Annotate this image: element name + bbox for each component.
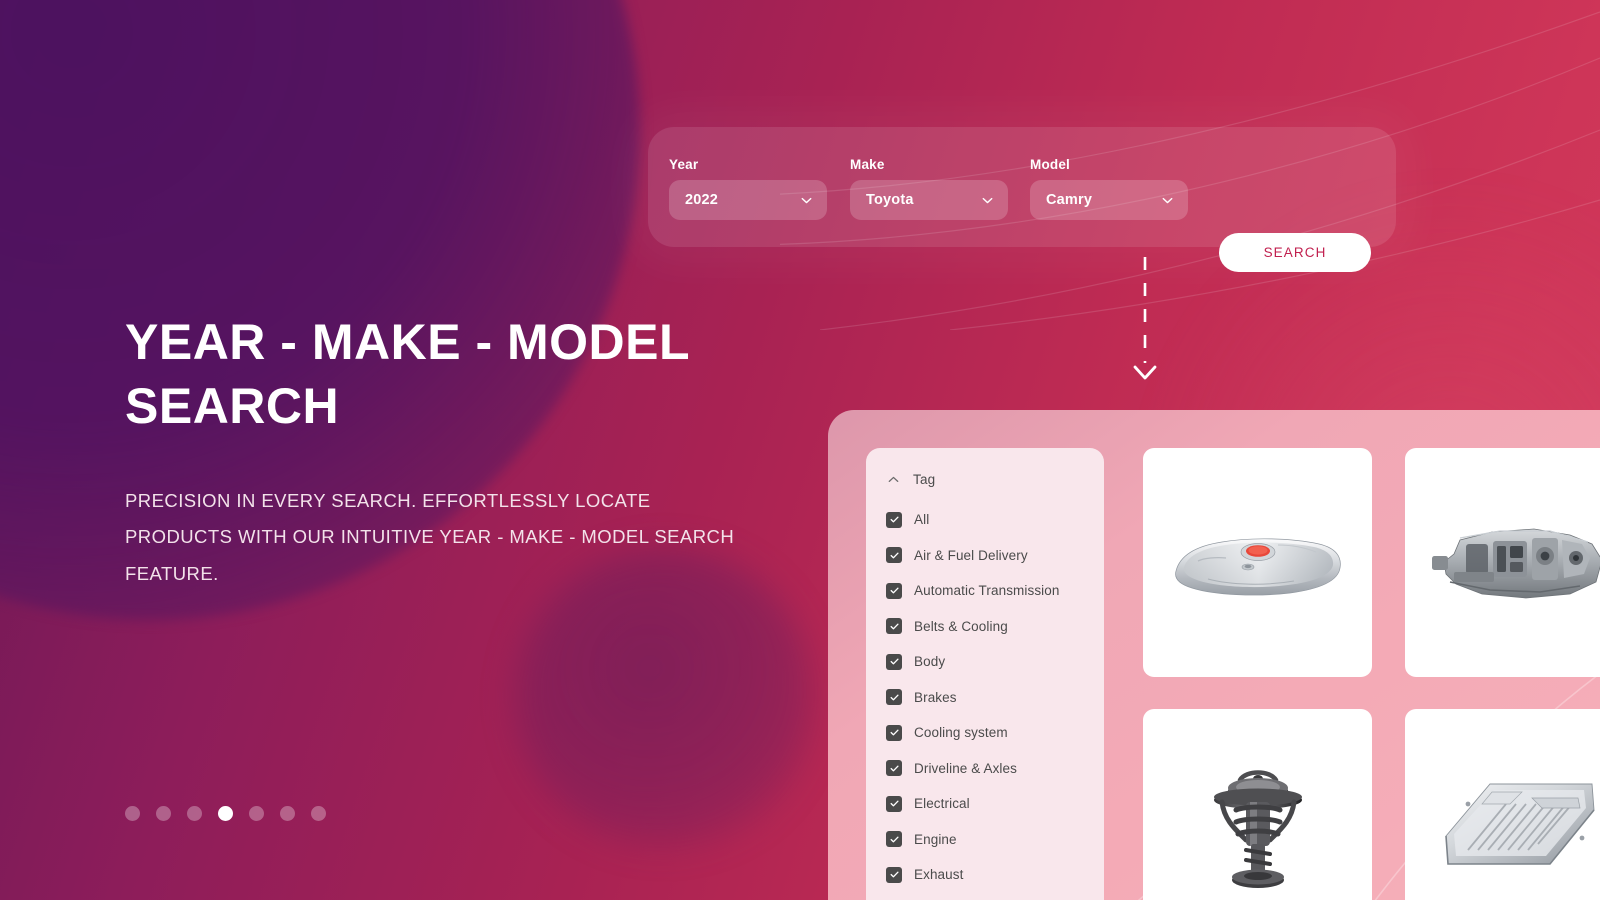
year-make-model-search-panel: Year 2022 Make Toyota Model Camry SEARCH (648, 127, 1396, 272)
tag-filter-item-label: Brakes (914, 689, 957, 705)
tag-filter-item-label: Body (914, 654, 946, 670)
search-button[interactable]: SEARCH (1219, 233, 1371, 272)
carousel-dot[interactable] (249, 806, 264, 821)
oil-pan-part-image (1445, 783, 1595, 865)
thermostat-part-image (1213, 769, 1302, 888)
hero-slide: Year 2022 Make Toyota Model Camry SEARCH… (0, 0, 1600, 900)
year-field-label: Year (669, 157, 699, 172)
tag-filter-item[interactable]: Body (866, 644, 1104, 680)
make-field-label: Make (850, 157, 885, 172)
chevron-down-icon (980, 193, 995, 208)
checkbox-checked-icon[interactable] (886, 689, 902, 706)
carousel-pagination (125, 806, 326, 821)
checkbox-checked-icon[interactable] (886, 760, 902, 777)
carousel-dot[interactable] (280, 806, 295, 821)
product-card[interactable] (1405, 709, 1600, 900)
product-card[interactable] (1143, 448, 1372, 677)
product-card-grid (1143, 448, 1600, 900)
checkbox-checked-icon[interactable] (886, 724, 902, 741)
chevron-down-icon (1160, 193, 1175, 208)
chevron-up-icon (886, 472, 901, 487)
fuel-tank-part-image (1175, 538, 1341, 596)
carousel-dot[interactable] (311, 806, 326, 821)
tag-filter-item-label: Exhaust (914, 867, 964, 883)
chevron-down-icon (799, 193, 814, 208)
carousel-dot[interactable] (125, 806, 140, 821)
tag-filter-item-label: All (914, 512, 930, 528)
tag-filter-item-label: Engine (914, 831, 957, 847)
page-title: YEAR - MAKE - MODEL SEARCH (125, 314, 690, 434)
tag-filter-item[interactable]: Belts & Cooling (866, 609, 1104, 645)
checkbox-checked-icon[interactable] (886, 653, 902, 670)
scroll-down-connector (1133, 257, 1157, 380)
checkbox-checked-icon[interactable] (886, 795, 902, 812)
make-select[interactable]: Toyota (850, 180, 1008, 220)
year-select[interactable]: 2022 (669, 180, 827, 220)
model-field-label: Model (1030, 157, 1070, 172)
model-select[interactable]: Camry (1030, 180, 1188, 220)
product-card-row (1143, 709, 1600, 900)
automatic-transmission-part-image (1431, 528, 1600, 599)
carousel-dot-active[interactable] (218, 806, 233, 821)
tag-filter-item-label: Air & Fuel Delivery (914, 547, 1028, 563)
checkbox-checked-icon[interactable] (886, 511, 902, 528)
model-field-group: Model Camry (1030, 157, 1188, 220)
tag-filter-item[interactable]: Engine (866, 822, 1104, 858)
tag-filter-item[interactable]: Automatic Transmission (866, 573, 1104, 609)
tag-filter-item-label: Automatic Transmission (914, 583, 1060, 599)
checkbox-checked-icon[interactable] (886, 618, 902, 635)
carousel-dot[interactable] (187, 806, 202, 821)
checkbox-checked-icon[interactable] (886, 831, 902, 848)
checkbox-checked-icon[interactable] (886, 582, 902, 599)
carousel-dot[interactable] (156, 806, 171, 821)
year-field-group: Year 2022 (669, 157, 827, 220)
tag-filter-item[interactable]: Driveline & Axles (866, 751, 1104, 787)
hero-subtitle: PRECISION IN EVERY SEARCH. EFFORTLESSLY … (125, 490, 735, 584)
tag-filter-item-label: Belts & Cooling (914, 618, 1008, 634)
product-card-row (1143, 448, 1600, 677)
search-results-panel: Tag All Air & Fuel Delivery Automatic Tran… (828, 410, 1600, 900)
product-card[interactable] (1143, 709, 1372, 900)
tag-filter-item[interactable]: Cooling system (866, 715, 1104, 751)
year-select-value: 2022 (685, 192, 719, 208)
model-select-value: Camry (1046, 192, 1093, 208)
tag-filter-item[interactable]: Electrical (866, 786, 1104, 822)
checkbox-checked-icon[interactable] (886, 866, 902, 883)
product-card[interactable] (1405, 448, 1600, 677)
checkbox-checked-icon[interactable] (886, 547, 902, 564)
background-blob-center (515, 548, 815, 848)
tag-filter-item[interactable]: Exhaust (866, 857, 1104, 893)
tag-filter-item-label: Driveline & Axles (914, 760, 1017, 776)
tag-filter-item-label: Electrical (914, 796, 970, 812)
tag-filter-item[interactable]: All (866, 502, 1104, 538)
tag-filter-title: Tag (913, 471, 936, 487)
tag-filter-item[interactable]: Brakes (866, 680, 1104, 716)
make-select-value: Toyota (866, 192, 914, 208)
tag-filter-list: All Air & Fuel Delivery Automatic Transmis… (866, 502, 1104, 893)
tag-filter-card: Tag All Air & Fuel Delivery Automatic Tran… (866, 448, 1104, 900)
tag-filter-header[interactable]: Tag (866, 464, 1104, 494)
hero-copy: YEAR - MAKE - MODEL SEARCH PRECISION IN … (125, 310, 745, 592)
make-field-group: Make Toyota (850, 157, 1008, 220)
tag-filter-item[interactable]: Air & Fuel Delivery (866, 538, 1104, 574)
tag-filter-item-label: Cooling system (914, 725, 1008, 741)
